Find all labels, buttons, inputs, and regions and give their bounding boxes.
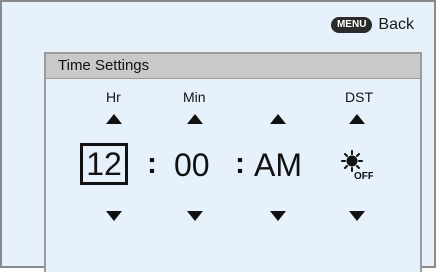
menu-button[interactable]: MENU: [330, 17, 373, 33]
panel-title: Time Settings: [46, 54, 420, 79]
dst-up-icon[interactable]: [349, 114, 365, 124]
back-label[interactable]: Back: [378, 16, 414, 34]
hr-label: Hr: [106, 89, 121, 105]
top-bar: MENU Back: [330, 16, 414, 34]
dst-state-text: OFF: [354, 171, 373, 180]
time-settings-screen: MENU Back Time Settings Hr Min DST 12 : …: [0, 0, 436, 272]
ampm-down-icon[interactable]: [270, 211, 286, 221]
hour-value: 12: [86, 146, 122, 182]
minute-field[interactable]: 00: [174, 147, 210, 183]
hour-down-icon[interactable]: [106, 211, 122, 221]
minute-ampm-separator: :: [235, 147, 245, 180]
minute-up-icon[interactable]: [187, 114, 203, 124]
hour-up-icon[interactable]: [106, 114, 122, 124]
minute-down-icon[interactable]: [187, 211, 203, 221]
hour-minute-separator: :: [147, 147, 157, 180]
min-label: Min: [183, 89, 206, 105]
dst-off-icon[interactable]: OFF: [341, 150, 373, 180]
dst-label: DST: [345, 89, 373, 105]
ampm-up-icon[interactable]: [270, 114, 286, 124]
hour-field[interactable]: 12: [80, 143, 128, 185]
dst-down-icon[interactable]: [349, 211, 365, 221]
ampm-field[interactable]: AM: [254, 147, 302, 183]
